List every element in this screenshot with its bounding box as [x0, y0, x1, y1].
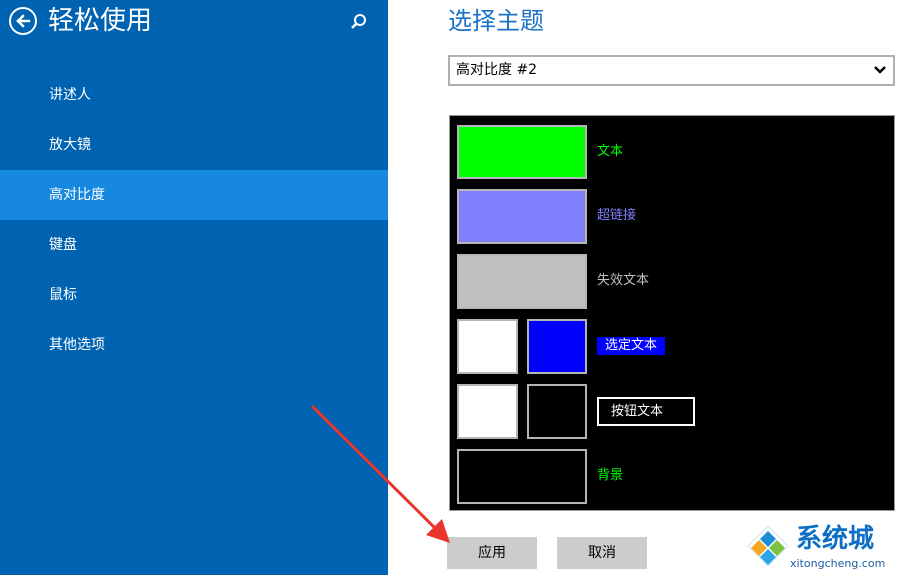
selected-text-background-swatch[interactable]	[527, 319, 587, 374]
cancel-button[interactable]: 取消	[557, 537, 647, 569]
button-text-color-swatch[interactable]	[527, 384, 587, 439]
page-title: 选择主题	[448, 7, 544, 35]
background-color-swatch[interactable]	[457, 449, 587, 504]
disabled-text-label: 失效文本	[597, 273, 650, 288]
watermark-title: 系统城	[796, 524, 875, 554]
sidebar-item-mouse[interactable]: 鼠标	[0, 270, 388, 320]
theme-select-value: 高对比度 #2	[456, 62, 538, 78]
apply-button[interactable]: 应用	[447, 537, 537, 569]
selected-text-label: 选定文本	[597, 337, 666, 355]
watermark-url: xitongcheng.com	[790, 557, 886, 570]
chevron-down-icon	[874, 66, 886, 74]
sidebar: 轻松使用 讲述人 放大镜 高对比度 键盘 鼠标 其他选项	[0, 0, 388, 575]
hyperlink-color-swatch[interactable]	[457, 189, 587, 244]
sidebar-item-other-options[interactable]: 其他选项	[0, 320, 388, 370]
theme-preview: 文本 超链接 失效文本 选定文本 按钮文本 背景	[449, 115, 895, 511]
text-color-swatch[interactable]	[457, 125, 587, 179]
back-button[interactable]	[9, 7, 37, 35]
sidebar-item-keyboard[interactable]: 键盘	[0, 220, 388, 270]
main-panel: 选择主题 高对比度 #2 文本 超链接 失效文本 选定文本 按钮文本 背景	[388, 0, 900, 575]
selected-text-foreground-swatch[interactable]	[457, 319, 518, 374]
background-label: 背景	[597, 468, 624, 483]
back-arrow-icon	[16, 14, 31, 28]
watermark: 系统城 xitongcheng.com	[744, 522, 900, 575]
sidebar-item-high-contrast[interactable]: 高对比度	[0, 170, 388, 220]
button-text-label: 按钮文本	[597, 397, 695, 426]
theme-select[interactable]: 高对比度 #2	[448, 55, 895, 86]
sidebar-item-magnifier[interactable]: 放大镜	[0, 120, 388, 170]
watermark-logo-icon	[747, 525, 789, 567]
text-label: 文本	[597, 144, 624, 159]
hyperlink-label: 超链接	[597, 208, 637, 223]
app-title: 轻松使用	[48, 6, 153, 36]
search-button[interactable]	[349, 12, 369, 32]
sidebar-item-narrator[interactable]: 讲述人	[0, 70, 388, 120]
button-face-swatch[interactable]	[457, 384, 518, 439]
search-icon	[351, 14, 366, 29]
disabled-text-color-swatch[interactable]	[457, 254, 587, 309]
